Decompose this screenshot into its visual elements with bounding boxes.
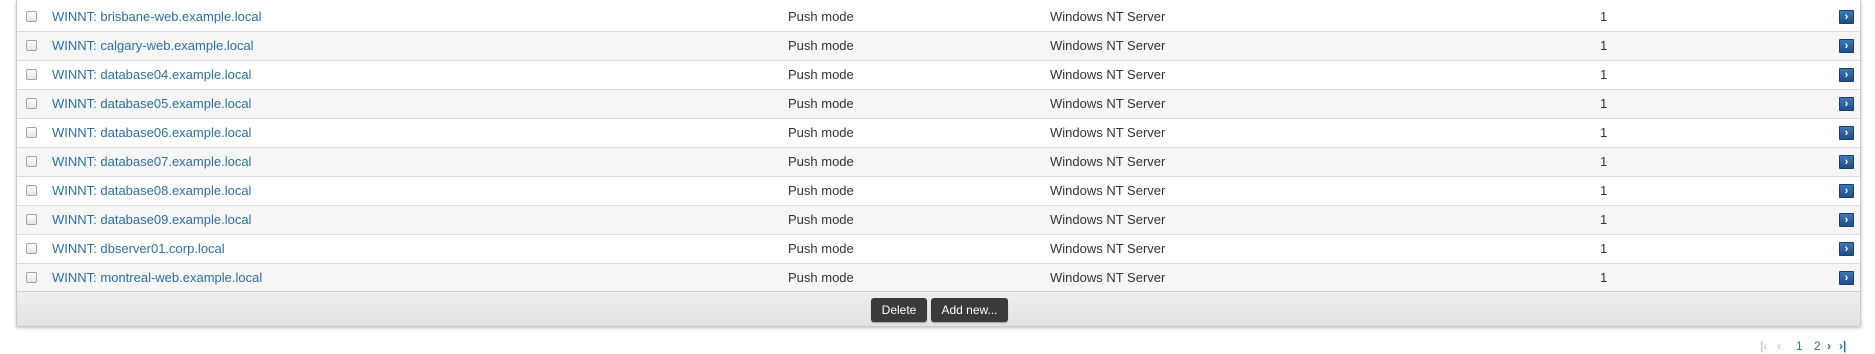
- arrow-right-icon[interactable]: ›: [1839, 213, 1854, 227]
- arrow-right-icon[interactable]: ›: [1839, 97, 1854, 111]
- agent-mode: Push mode: [788, 38, 854, 53]
- agent-count: 1: [1600, 125, 1608, 140]
- agent-os: Windows NT Server: [1050, 67, 1166, 82]
- table-row: WINNT: database06.example.local Push mod…: [17, 119, 1860, 148]
- agent-count: 1: [1600, 270, 1608, 285]
- row-checkbox[interactable]: [26, 127, 37, 138]
- table-row: WINNT: montreal-web.example.local Push m…: [17, 264, 1860, 293]
- table-row: WINNT: database07.example.local Push mod…: [17, 148, 1860, 177]
- row-checkbox[interactable]: [26, 40, 37, 51]
- agent-count: 1: [1600, 67, 1608, 82]
- agents-table: WINNT: brisbane-web.example.local Push m…: [17, 3, 1860, 293]
- agent-count: 1: [1600, 212, 1608, 227]
- row-checkbox[interactable]: [26, 69, 37, 80]
- arrow-right-icon[interactable]: ›: [1839, 242, 1854, 256]
- arrow-right-icon[interactable]: ›: [1839, 155, 1854, 169]
- add-new-button[interactable]: Add new...: [931, 298, 1008, 322]
- agent-mode: Push mode: [788, 241, 854, 256]
- arrow-right-icon[interactable]: ›: [1839, 68, 1854, 82]
- agent-mode: Push mode: [788, 9, 854, 24]
- agent-name-link[interactable]: WINNT: montreal-web.example.local: [52, 264, 262, 292]
- agent-os: Windows NT Server: [1050, 183, 1166, 198]
- agent-mode: Push mode: [788, 154, 854, 169]
- agents-table-panel: WINNT: brisbane-web.example.local Push m…: [16, 0, 1861, 326]
- table-row: WINNT: database09.example.local Push mod…: [17, 206, 1860, 235]
- last-page-icon[interactable]: ›|: [1839, 338, 1846, 354]
- agent-os: Windows NT Server: [1050, 154, 1166, 169]
- agent-os: Windows NT Server: [1050, 212, 1166, 227]
- agent-os: Windows NT Server: [1050, 125, 1166, 140]
- agent-os: Windows NT Server: [1050, 38, 1166, 53]
- prev-page-icon[interactable]: ‹: [1777, 338, 1781, 354]
- page-1-link[interactable]: 1: [1796, 338, 1803, 354]
- pagination: |‹ ‹ 1 2 › ›|: [1760, 338, 1860, 354]
- agent-name-link[interactable]: WINNT: dbserver01.corp.local: [52, 235, 225, 263]
- row-checkbox[interactable]: [26, 214, 37, 225]
- agent-count: 1: [1600, 154, 1608, 169]
- next-page-icon[interactable]: ›: [1827, 338, 1831, 354]
- table-row: WINNT: calgary-web.example.local Push mo…: [17, 32, 1860, 61]
- arrow-right-icon[interactable]: ›: [1839, 39, 1854, 53]
- row-checkbox[interactable]: [26, 98, 37, 109]
- agent-mode: Push mode: [788, 212, 854, 227]
- agent-name-link[interactable]: WINNT: database06.example.local: [52, 119, 251, 147]
- row-checkbox[interactable]: [26, 272, 37, 283]
- agent-os: Windows NT Server: [1050, 270, 1166, 285]
- row-checkbox[interactable]: [26, 243, 37, 254]
- agent-name-link[interactable]: WINNT: brisbane-web.example.local: [52, 3, 262, 31]
- page-2-link[interactable]: 2: [1814, 338, 1821, 354]
- agent-os: Windows NT Server: [1050, 96, 1166, 111]
- agent-count: 1: [1600, 9, 1608, 24]
- agent-name-link[interactable]: WINNT: database05.example.local: [52, 90, 251, 118]
- table-row: WINNT: brisbane-web.example.local Push m…: [17, 3, 1860, 32]
- table-row: WINNT: dbserver01.corp.local Push mode W…: [17, 235, 1860, 264]
- agent-os: Windows NT Server: [1050, 9, 1166, 24]
- table-row: WINNT: database05.example.local Push mod…: [17, 90, 1860, 119]
- agent-name-link[interactable]: WINNT: database07.example.local: [52, 148, 251, 176]
- agent-count: 1: [1600, 241, 1608, 256]
- agent-mode: Push mode: [788, 270, 854, 285]
- table-row: WINNT: database04.example.local Push mod…: [17, 61, 1860, 90]
- delete-button[interactable]: Delete: [871, 298, 927, 322]
- agent-name-link[interactable]: WINNT: database09.example.local: [52, 206, 251, 234]
- agent-count: 1: [1600, 183, 1608, 198]
- arrow-right-icon[interactable]: ›: [1839, 126, 1854, 140]
- table-row: WINNT: database08.example.local Push mod…: [17, 177, 1860, 206]
- row-checkbox[interactable]: [26, 185, 37, 196]
- agent-count: 1: [1600, 96, 1608, 111]
- arrow-right-icon[interactable]: ›: [1839, 10, 1854, 24]
- arrow-right-icon[interactable]: ›: [1839, 184, 1854, 198]
- arrow-right-icon[interactable]: ›: [1839, 271, 1854, 285]
- agent-name-link[interactable]: WINNT: database04.example.local: [52, 61, 251, 89]
- agent-os: Windows NT Server: [1050, 241, 1166, 256]
- agent-mode: Push mode: [788, 183, 854, 198]
- agent-name-link[interactable]: WINNT: database08.example.local: [52, 177, 251, 205]
- agent-name-link[interactable]: WINNT: calgary-web.example.local: [52, 32, 254, 60]
- agent-mode: Push mode: [788, 125, 854, 140]
- agent-count: 1: [1600, 38, 1608, 53]
- agent-mode: Push mode: [788, 67, 854, 82]
- row-checkbox[interactable]: [26, 11, 37, 22]
- table-footer-toolbar: Delete Add new...: [17, 291, 1860, 326]
- row-checkbox[interactable]: [26, 156, 37, 167]
- agent-mode: Push mode: [788, 96, 854, 111]
- first-page-icon[interactable]: |‹: [1760, 338, 1767, 354]
